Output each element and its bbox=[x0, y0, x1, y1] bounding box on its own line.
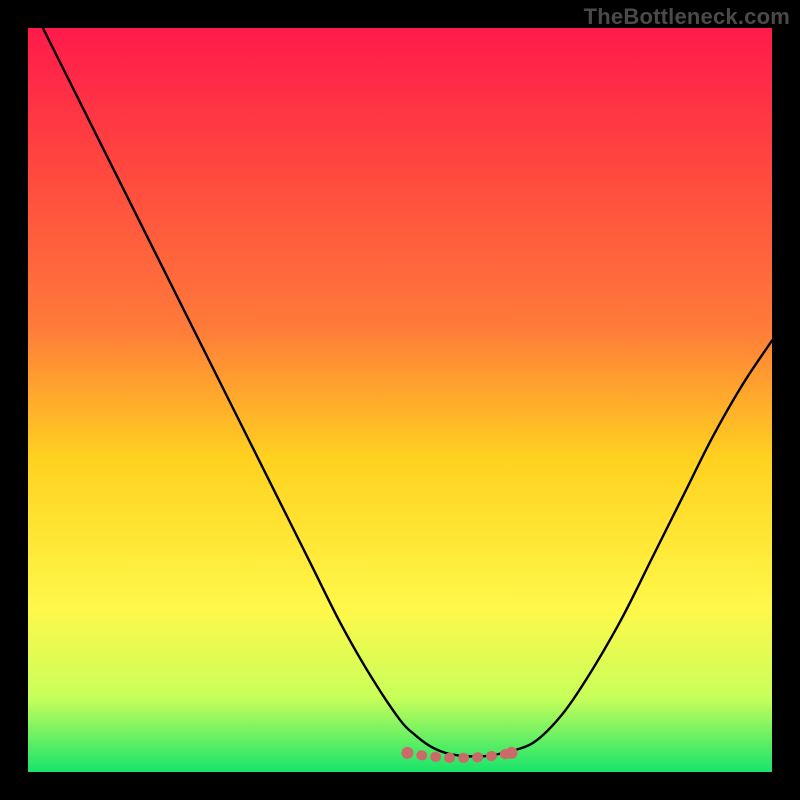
gradient-background bbox=[28, 28, 772, 772]
chart-frame: TheBottleneck.com bbox=[0, 0, 800, 800]
watermark-text: TheBottleneck.com bbox=[584, 4, 790, 30]
plot-area bbox=[28, 28, 772, 772]
chart-svg bbox=[28, 28, 772, 772]
plateau-end-dot bbox=[401, 747, 413, 759]
plateau-end-dot bbox=[506, 747, 518, 759]
